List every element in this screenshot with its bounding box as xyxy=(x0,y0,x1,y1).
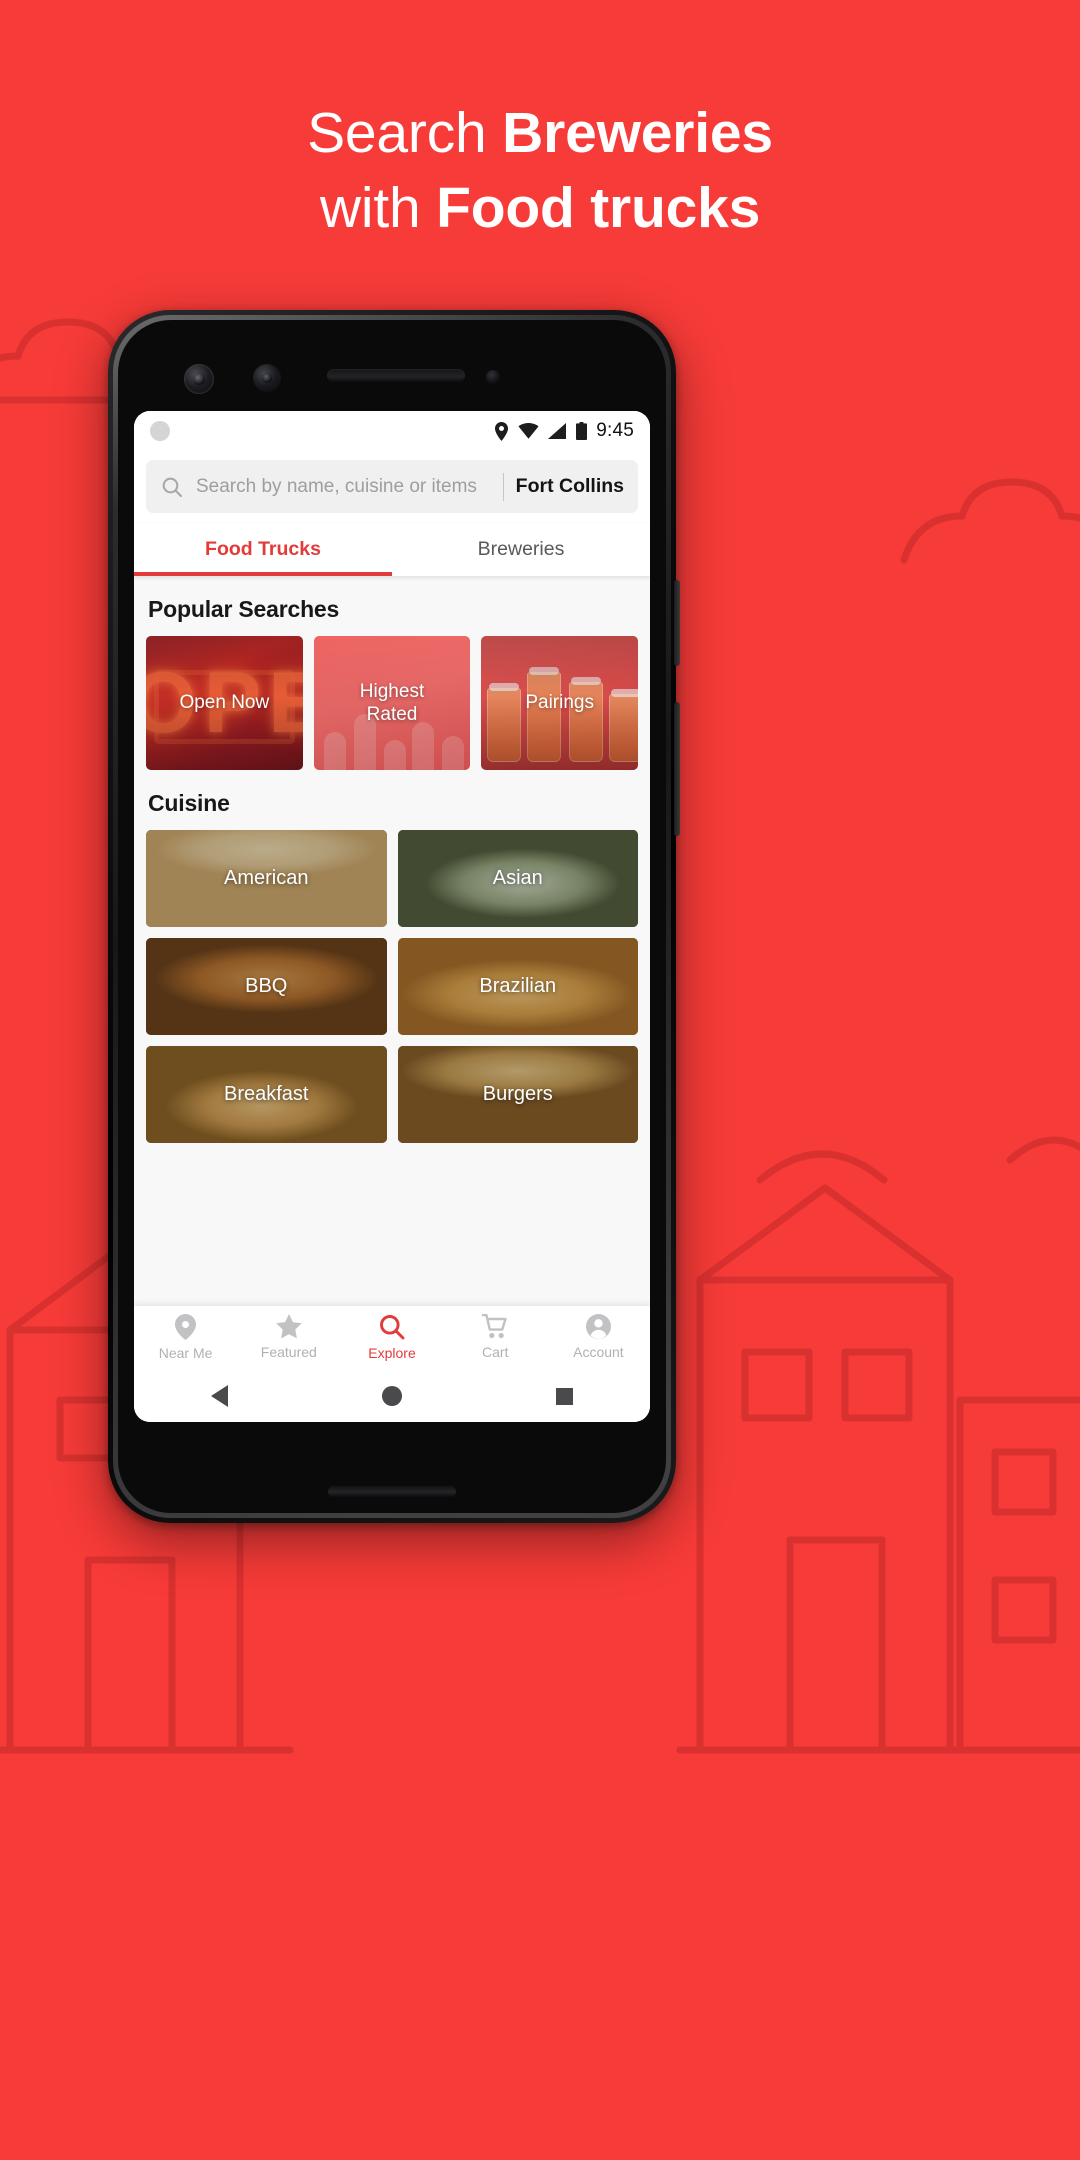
sensor-camera-icon xyxy=(253,364,281,392)
phone-screen: 9:45 Search by name, cuisine or items Fo… xyxy=(134,411,650,1422)
location-pin-icon xyxy=(495,421,509,441)
cuisine-card-breakfast[interactable]: Breakfast xyxy=(146,1046,387,1143)
search-icon xyxy=(162,477,183,497)
nav-label: Featured xyxy=(260,1344,317,1360)
nav-item-cart[interactable]: Cart xyxy=(444,1314,547,1361)
person-circle-icon xyxy=(585,1314,611,1339)
android-navigation-bar xyxy=(134,1370,650,1422)
search-bar-container: Search by name, cuisine or items Fort Co… xyxy=(134,451,650,523)
cuisine-label: Breakfast xyxy=(224,1083,309,1105)
wifi-icon xyxy=(518,423,539,439)
cuisine-label: Asian xyxy=(492,867,543,889)
search-divider xyxy=(502,472,504,501)
nav-item-near-me[interactable]: Near Me xyxy=(134,1314,237,1361)
nav-item-account[interactable]: Account xyxy=(547,1314,650,1361)
cuisine-label: American xyxy=(224,867,309,889)
nav-label: Explore xyxy=(368,1345,416,1361)
bottom-speaker xyxy=(328,1486,456,1497)
headline-bold-2: Food trucks xyxy=(436,176,761,241)
nav-item-explore[interactable]: Explore xyxy=(340,1314,443,1361)
tab-bar: Food Trucks Breweries xyxy=(134,523,650,576)
battery-icon xyxy=(576,422,588,440)
search-icon xyxy=(380,1315,405,1340)
volume-button[interactable] xyxy=(674,702,680,836)
nav-label: Near Me xyxy=(158,1345,213,1361)
front-camera-icon xyxy=(184,364,214,394)
headline-thin-1: Search xyxy=(307,101,503,165)
content-scroll-area[interactable]: Popular Searches OPE Open Now xyxy=(134,576,650,1306)
cuisine-card-bbq[interactable]: BBQ xyxy=(146,938,387,1035)
headline-line-2: with Food trucks xyxy=(0,171,1080,246)
cuisine-label: BBQ xyxy=(245,975,288,997)
cuisine-grid: American Asian BBQ Brazilian Breakfast B… xyxy=(146,830,638,1143)
home-button[interactable] xyxy=(382,1386,402,1406)
search-bar[interactable]: Search by name, cuisine or items Fort Co… xyxy=(146,460,638,513)
status-notification-icon xyxy=(150,421,170,441)
location-selector[interactable]: Fort Collins xyxy=(516,475,624,498)
headline-thin-2: with xyxy=(319,176,437,241)
tab-breweries[interactable]: Breweries xyxy=(392,523,650,576)
proximity-sensor-icon xyxy=(486,370,500,384)
popular-card-label: Pairings xyxy=(525,692,594,714)
popular-searches-row: OPE Open Now HighestRated xyxy=(146,636,639,770)
nav-label: Account xyxy=(573,1344,624,1360)
cuisine-card-asian[interactable]: Asian xyxy=(397,830,638,927)
status-bar-left xyxy=(150,421,170,441)
popular-card-pairings[interactable]: Pairings xyxy=(481,636,639,770)
location-pin-icon xyxy=(175,1314,197,1340)
popular-searches-heading: Popular Searches xyxy=(148,596,340,622)
phone-mockup: 9:45 Search by name, cuisine or items Fo… xyxy=(108,310,680,1523)
tab-food-trucks[interactable]: Food Trucks xyxy=(134,523,392,576)
nav-label: Cart xyxy=(481,1344,509,1360)
popular-card-label: Open Now xyxy=(179,692,270,714)
popular-card-open-now[interactable]: OPE Open Now xyxy=(146,636,303,770)
recents-button[interactable] xyxy=(556,1387,573,1405)
status-bar: 9:45 xyxy=(134,411,650,451)
search-input[interactable]: Search by name, cuisine or items xyxy=(196,476,491,498)
headline-line-1: Search Breweries xyxy=(0,96,1080,171)
status-bar-right: 9:45 xyxy=(494,420,634,442)
sensor-row xyxy=(108,358,676,400)
cuisine-card-burgers[interactable]: Burgers xyxy=(397,1046,638,1143)
cuisine-card-american[interactable]: American xyxy=(146,830,387,927)
nav-item-featured[interactable]: Featured xyxy=(237,1314,340,1361)
power-button[interactable] xyxy=(674,580,680,666)
popular-card-label: Highest Rated xyxy=(359,680,425,725)
cuisine-card-brazilian[interactable]: Brazilian xyxy=(397,938,638,1035)
cuisine-label: Brazilian xyxy=(479,975,557,997)
popular-card-highest-rated[interactable]: Highest Rated xyxy=(313,636,471,770)
back-button[interactable] xyxy=(211,1385,228,1407)
star-icon xyxy=(275,1314,302,1339)
headline-bold-1: Breweries xyxy=(502,101,773,165)
page-title: Search Breweries with Food trucks xyxy=(0,96,1080,246)
cell-signal-icon xyxy=(548,423,567,439)
cuisine-heading: Cuisine xyxy=(148,790,230,816)
shopping-cart-icon xyxy=(481,1314,507,1339)
status-bar-time: 9:45 xyxy=(596,420,634,441)
cuisine-label: Burgers xyxy=(482,1083,553,1105)
earpiece-speaker xyxy=(327,369,465,382)
bottom-navigation-bar: Near Me Featured Explore Cart Account xyxy=(134,1306,650,1370)
